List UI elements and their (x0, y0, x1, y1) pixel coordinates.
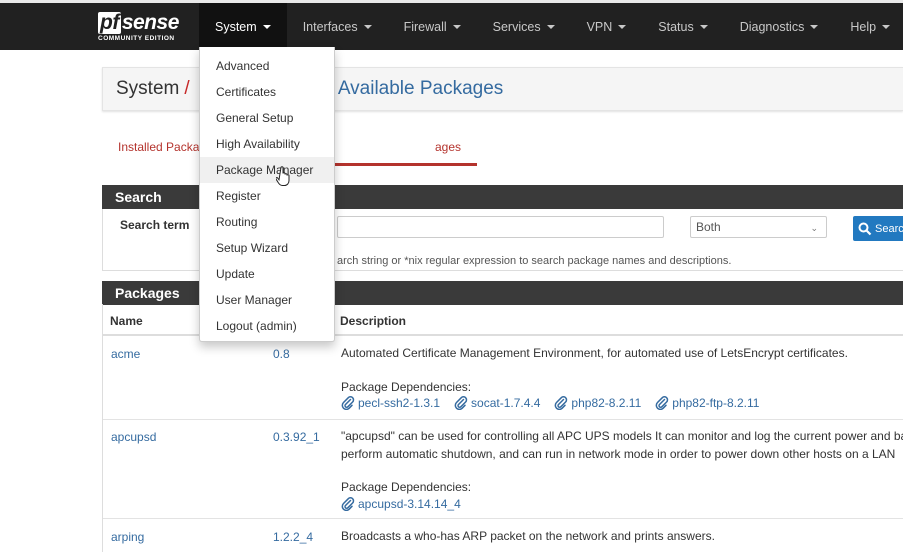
nav-services[interactable]: Services (477, 3, 571, 50)
chevron-down-icon: ⌄ (810, 223, 818, 233)
search-term-label: Search term (120, 218, 190, 232)
caret-down-icon (618, 24, 627, 29)
dependency-label: apcupsd-3.14.14_4 (358, 497, 461, 511)
paperclip-icon (341, 396, 355, 410)
dependency-label: pecl-ssh2-1.3.1 (358, 396, 441, 410)
breadcrumb-separator: / (184, 78, 190, 99)
dependency-label: socat-1.7.4.4 (471, 396, 541, 410)
caret-down-icon (363, 24, 372, 29)
search-scope-value: Both (696, 220, 721, 234)
package-name-link[interactable]: arping (111, 530, 144, 544)
nav-diagnostics-label: Diagnostics (739, 19, 805, 34)
menu-item-package-manager[interactable]: Package Manager (200, 157, 334, 183)
nav-system-label: System (215, 19, 257, 34)
menu-item-logout[interactable]: Logout (admin) (200, 313, 334, 339)
breadcrumb-system: System (116, 78, 180, 99)
paperclip-icon (655, 396, 669, 410)
menu-item-register[interactable]: Register (200, 183, 334, 209)
nav-help[interactable]: Help (834, 3, 903, 50)
paperclip-icon (454, 396, 468, 410)
package-description: Broadcasts a who-has ARP packet on the n… (341, 529, 715, 543)
logo-prefix: pf (98, 11, 121, 34)
table-row: acme 0.8 Automated Certificate Managemen… (103, 338, 903, 420)
nav-vpn-label: VPN (586, 19, 613, 34)
dependency-link[interactable]: php82-8.2.11 (554, 396, 641, 410)
nav-status[interactable]: Status (642, 3, 723, 50)
search-panel-title: Search (115, 189, 162, 205)
package-version-link[interactable]: 1.2.2_4 (273, 530, 313, 544)
logo-brand: sense (121, 11, 180, 34)
caret-down-icon (452, 24, 461, 29)
menu-item-setup-wizard[interactable]: Setup Wizard (200, 235, 334, 261)
package-description: "apcupsd" can be used for controlling al… (341, 429, 903, 443)
caret-down-icon (882, 24, 891, 29)
active-tab-indicator (332, 163, 477, 166)
package-version-link[interactable]: 0.3.92_1 (273, 430, 320, 444)
top-navbar: pf sense COMMUNITY EDITION System Interfa… (0, 0, 903, 50)
package-description-cont: perform automatic shutdown, and can run … (341, 447, 896, 461)
package-name-link[interactable]: apcupsd (111, 430, 156, 444)
nav-interfaces[interactable]: Interfaces (287, 3, 388, 50)
menu-item-high-availability[interactable]: High Availability (200, 131, 334, 157)
tab-installed-label: Installed Packa (118, 140, 200, 154)
search-scope-select[interactable]: Both ⌄ (690, 216, 827, 238)
menu-item-update[interactable]: Update (200, 261, 334, 287)
dependency-link[interactable]: php82-ftp-8.2.11 (655, 396, 759, 410)
search-input[interactable] (337, 216, 664, 238)
nav-interfaces-label: Interfaces (302, 19, 358, 34)
nav-system[interactable]: System (199, 3, 287, 50)
nav-services-label: Services (492, 19, 541, 34)
search-icon (858, 222, 872, 235)
tab-available-label: ages (435, 140, 462, 154)
package-dependencies: apcupsd-3.14.14_4 (341, 497, 461, 511)
column-header-description: Description (340, 314, 407, 328)
table-row: apcupsd 0.3.92_1 "apcupsd" can be used f… (103, 421, 903, 519)
caret-down-icon (810, 24, 819, 29)
nav-status-label: Status (658, 19, 694, 34)
dependency-link[interactable]: socat-1.7.4.4 (454, 396, 540, 410)
package-dependencies-label: Package Dependencies: (341, 380, 472, 394)
search-button-label: Search (875, 222, 903, 235)
search-button[interactable]: Search (853, 216, 903, 241)
nav-help-label: Help (850, 19, 877, 34)
caret-down-icon (546, 24, 555, 29)
dependency-link[interactable]: apcupsd-3.14.14_4 (341, 497, 461, 511)
dependency-label: php82-8.2.11 (571, 396, 642, 410)
table-row: arping 1.2.2_4 Broadcasts a who-has ARP … (103, 520, 903, 552)
search-help-text: arch string or *nix regular expression t… (337, 255, 732, 267)
package-dependencies-label: Package Dependencies: (341, 480, 472, 494)
nav-diagnostics[interactable]: Diagnostics (724, 3, 835, 50)
menu-item-user-manager[interactable]: User Manager (200, 287, 334, 313)
breadcrumb-available-packages[interactable]: Available Packages (338, 78, 503, 100)
dependency-link[interactable]: pecl-ssh2-1.3.1 (341, 396, 440, 410)
menu-item-routing[interactable]: Routing (200, 209, 334, 235)
package-dependencies: pecl-ssh2-1.3.1 socat-1.7.4.4 php82-8.2.… (341, 396, 759, 410)
package-name-link[interactable]: acme (111, 347, 140, 361)
paperclip-icon (341, 497, 355, 511)
logo-wordmark: pf sense (98, 12, 193, 34)
dependency-label: php82-ftp-8.2.11 (672, 396, 760, 410)
tab-available-packages[interactable]: ages (435, 130, 461, 164)
logo-edition: COMMUNITY EDITION (98, 35, 175, 42)
nav-firewall-label: Firewall (403, 19, 447, 34)
package-version-link[interactable]: 0.8 (273, 347, 290, 361)
caret-down-icon (699, 24, 708, 29)
packages-panel-title: Packages (115, 285, 180, 301)
menu-item-advanced[interactable]: Advanced (200, 53, 334, 79)
package-description: Automated Certificate Management Environ… (341, 346, 848, 360)
hand-cursor-icon (276, 166, 290, 186)
system-dropdown-menu: Advanced Certificates General Setup High… (199, 47, 335, 342)
nav-vpn[interactable]: VPN (571, 3, 643, 50)
main-nav: System Interfaces Firewall Services VPN … (199, 3, 903, 50)
caret-down-icon (262, 24, 271, 29)
menu-item-certificates[interactable]: Certificates (200, 79, 334, 105)
menu-item-general-setup[interactable]: General Setup (200, 105, 334, 131)
pfsense-logo[interactable]: pf sense COMMUNITY EDITION (98, 12, 193, 48)
column-header-name[interactable]: Name (110, 314, 143, 328)
paperclip-icon (555, 396, 568, 410)
tab-installed-packages[interactable]: Installed Packa (118, 130, 199, 164)
nav-firewall[interactable]: Firewall (388, 3, 477, 50)
